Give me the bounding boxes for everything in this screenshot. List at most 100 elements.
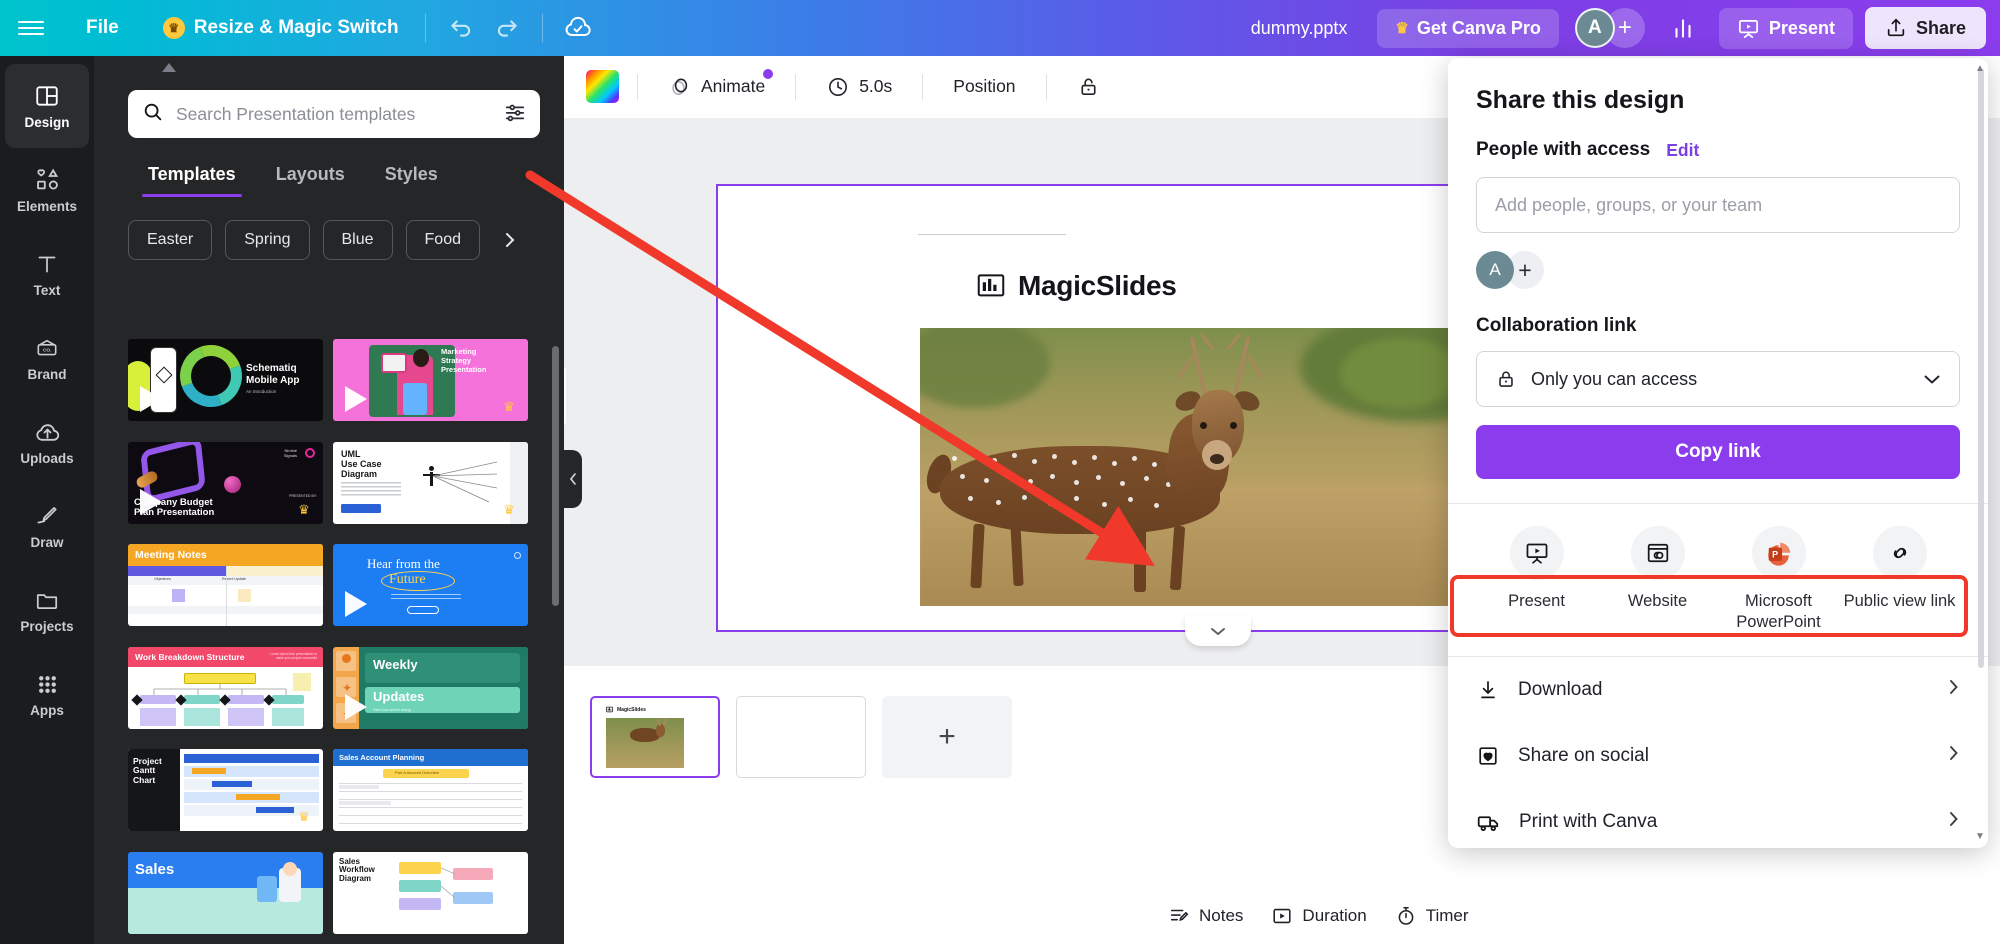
- filter-sliders-icon[interactable]: [504, 101, 526, 128]
- timer-button[interactable]: Timer: [1381, 897, 1483, 935]
- access-level-value: Only you can access: [1531, 368, 1698, 389]
- undo-icon[interactable]: [438, 8, 484, 48]
- lock-icon: [1499, 371, 1513, 387]
- get-canva-pro-button[interactable]: ♛ Get Canva Pro: [1377, 8, 1559, 48]
- stopwatch-icon: [1398, 906, 1414, 925]
- tab-styles[interactable]: Styles: [365, 158, 458, 197]
- tab-templates[interactable]: Templates: [128, 158, 256, 197]
- panel-collapse-icon[interactable]: [158, 60, 180, 74]
- panel-collapse-handle[interactable]: [564, 450, 582, 508]
- add-people-field[interactable]: [1476, 177, 1960, 233]
- animate-button[interactable]: Animate: [656, 67, 777, 107]
- template-card[interactable]: Project Gantt Chart ♛: [128, 749, 323, 831]
- chip-easter[interactable]: Easter: [128, 220, 213, 260]
- chip-blue[interactable]: Blue: [322, 220, 393, 260]
- sidebar-item-design[interactable]: Design: [5, 64, 89, 148]
- bar-chart-icon[interactable]: [1659, 6, 1707, 50]
- sidebar-item-projects[interactable]: Projects: [5, 568, 89, 652]
- document-title[interactable]: dummy.pptx: [1235, 10, 1364, 47]
- slide-image-deer[interactable]: [920, 328, 1520, 606]
- chevron-down-icon: [1924, 375, 1940, 384]
- template-card[interactable]: Sales Workflow Diagram: [333, 851, 528, 934]
- share-action-powerpoint[interactable]: P Microsoft PowerPoint: [1718, 526, 1839, 632]
- powerpoint-icon: P: [1751, 526, 1806, 580]
- slide-brand-logo[interactable]: MagicSlides: [976, 270, 1177, 302]
- sidebar-item-apps[interactable]: Apps: [5, 652, 89, 736]
- menu-item-share-on-social[interactable]: Share on social: [1448, 723, 1988, 789]
- present-button[interactable]: Present: [1718, 7, 1853, 49]
- slide-brand-name: MagicSlides: [1018, 270, 1177, 301]
- template-card[interactable]: Company Budget Plan Presentation Nimble Si…: [128, 441, 323, 524]
- template-card[interactable]: Meeting Notes Recent Update Objectives: [128, 544, 323, 626]
- sidebar-item-draw[interactable]: Draw: [5, 484, 89, 568]
- search-box[interactable]: [128, 90, 540, 138]
- cloud-saved-icon[interactable]: [555, 8, 601, 48]
- panel-scrollbar[interactable]: [552, 346, 559, 606]
- new-badge-dot: [763, 68, 774, 79]
- left-sidebar-rail: Design Elements Text CO. Brand Uploads D…: [0, 56, 94, 944]
- edit-access-link[interactable]: Edit: [1666, 140, 1699, 161]
- file-menu-button[interactable]: File: [68, 9, 137, 47]
- avatar[interactable]: A: [1476, 251, 1514, 289]
- resize-magic-switch-button[interactable]: ♛ Resize & Magic Switch: [149, 9, 413, 47]
- expand-canvas-button[interactable]: [1185, 616, 1251, 646]
- template-card[interactable]: Weekly Updates See how we've doing ✦ ✦: [333, 646, 528, 729]
- chevron-right-icon[interactable]: [493, 219, 527, 261]
- add-people-input[interactable]: [1495, 194, 1941, 216]
- play-icon: [345, 591, 367, 617]
- sidebar-item-elements[interactable]: Elements: [5, 148, 89, 232]
- access-level-select[interactable]: Only you can access: [1476, 351, 1960, 407]
- share-action-website[interactable]: Website: [1597, 526, 1718, 632]
- share-panel-scrollbar[interactable]: [1978, 68, 1984, 668]
- duration-button[interactable]: 5.0s: [814, 67, 904, 107]
- template-card[interactable]: Work Breakdown Structure Lorem ipsum fre…: [128, 646, 323, 729]
- menu-item-print-with-canva[interactable]: Print with Canva: [1448, 789, 1988, 848]
- template-card[interactable]: Sales Account Planning Part A Account Ov…: [333, 749, 528, 831]
- top-toolbar: File ♛ Resize & Magic Switch dummy.pptx …: [0, 0, 2000, 56]
- search-input[interactable]: [176, 103, 492, 125]
- notes-button[interactable]: Notes: [1154, 897, 1257, 935]
- play-icon: [345, 693, 367, 720]
- chip-spring[interactable]: Spring: [225, 220, 310, 260]
- template-card[interactable]: Schematiq Mobile App An Introduction: [128, 339, 323, 421]
- page-thumbnail-2[interactable]: 2: [736, 696, 866, 778]
- sidebar-item-uploads[interactable]: Uploads: [5, 400, 89, 484]
- page-thumbnail-1[interactable]: MagicSlides 1: [590, 696, 720, 778]
- divider: [541, 14, 543, 42]
- rainbow-color-swatch[interactable]: [586, 70, 619, 103]
- website-icon: [1630, 526, 1685, 580]
- share-menu-list: Download Share on social Print with Canv…: [1448, 657, 1988, 848]
- share-button[interactable]: Share: [1864, 7, 1986, 49]
- lock-open-icon: [1081, 78, 1096, 95]
- canvas-side-handle[interactable]: [564, 368, 566, 424]
- chip-food[interactable]: Food: [405, 220, 480, 260]
- apps-grid-icon: [34, 671, 61, 698]
- template-card[interactable]: UML Use Case Diagram ♛: [333, 441, 528, 524]
- hamburger-menu-icon[interactable]: [0, 0, 62, 56]
- tab-layouts[interactable]: Layouts: [256, 158, 365, 197]
- position-button[interactable]: Position: [941, 68, 1027, 105]
- sidebar-item-text[interactable]: Text: [5, 232, 89, 316]
- menu-item-label: Download: [1518, 679, 1603, 701]
- scroll-up-icon[interactable]: ▲: [1974, 62, 1986, 74]
- play-icon: [345, 386, 367, 412]
- text-t-icon: [34, 251, 61, 278]
- sidebar-label: Draw: [30, 534, 64, 550]
- copy-link-button[interactable]: Copy link: [1476, 425, 1960, 479]
- share-action-present[interactable]: Present: [1476, 526, 1597, 632]
- avatar[interactable]: A: [1574, 8, 1615, 48]
- template-card[interactable]: Sales: [128, 851, 323, 934]
- add-page-button[interactable]: plus-icon+: [882, 696, 1012, 778]
- crown-icon: ♛: [298, 809, 310, 824]
- redo-icon[interactable]: [484, 8, 530, 48]
- share-action-public-view-link[interactable]: Public view link: [1839, 526, 1960, 632]
- menu-item-download[interactable]: Download: [1448, 657, 1988, 723]
- people-label: People with access: [1476, 139, 1651, 160]
- duration-button[interactable]: Duration: [1257, 897, 1380, 935]
- template-card[interactable]: Marketing Strategy Presentation ♛: [333, 339, 528, 421]
- scroll-down-icon[interactable]: ▼: [1974, 830, 1986, 842]
- chevron-down-icon: [1211, 628, 1225, 636]
- lock-button[interactable]: [1065, 67, 1112, 106]
- template-card[interactable]: Hear from the Future: [333, 544, 528, 626]
- sidebar-item-brand[interactable]: CO. Brand: [5, 316, 89, 400]
